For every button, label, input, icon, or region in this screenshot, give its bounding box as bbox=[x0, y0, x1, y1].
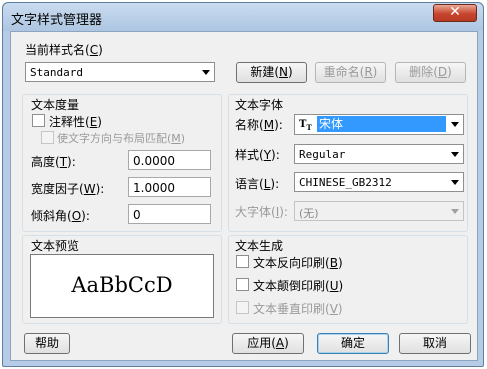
height-label: 高度(T): bbox=[31, 155, 76, 169]
language-label: 语言(L): bbox=[235, 177, 280, 191]
oblique-angle-input[interactable]: 0 bbox=[128, 204, 211, 224]
close-button[interactable]: ✕ bbox=[433, 4, 477, 22]
text-style-manager-dialog: 文字样式管理器 ✕ 当前样式名(C) Standard 新建(N) 重命名(R)… bbox=[2, 2, 484, 367]
oblique-angle-label: 倾斜角(O): bbox=[31, 209, 90, 223]
big-font-value: (无) bbox=[299, 207, 319, 220]
chevron-down-icon bbox=[202, 70, 210, 75]
current-style-select[interactable]: Standard bbox=[25, 62, 215, 82]
close-icon: ✕ bbox=[449, 4, 461, 20]
width-factor-label: 宽度因子(W): bbox=[31, 182, 105, 196]
text-preview-box: AaBbCcD bbox=[30, 254, 214, 318]
language-value: CHINESE_GB2312 bbox=[299, 176, 392, 189]
font-style-label: 样式(Y): bbox=[235, 148, 280, 162]
upside-down-label: 文本颠倒印刷(U) bbox=[253, 279, 344, 293]
font-style-value: Regular bbox=[299, 148, 346, 161]
match-orientation-checkbox[interactable] bbox=[41, 131, 54, 144]
chevron-down-icon bbox=[451, 209, 459, 214]
width-factor-input[interactable]: 1.0000 bbox=[128, 177, 211, 197]
annotative-checkbox[interactable] bbox=[32, 114, 45, 127]
font-name-value: 宋体 bbox=[317, 116, 446, 132]
annotative-label: 注释性(E) bbox=[49, 115, 102, 129]
height-input[interactable]: 0.0000 bbox=[128, 150, 211, 170]
title-bar[interactable]: 文字样式管理器 ✕ bbox=[3, 3, 483, 31]
chevron-down-icon bbox=[451, 180, 459, 185]
big-font-label: 大字体(I): bbox=[235, 205, 288, 219]
truetype-icon: TT bbox=[299, 119, 312, 132]
match-orientation-label: 使文字方向与布局匹配(M) bbox=[57, 132, 186, 145]
ok-button[interactable]: 确定 bbox=[317, 333, 389, 354]
font-style-select[interactable]: Regular bbox=[294, 144, 464, 164]
upside-down-checkbox[interactable] bbox=[236, 278, 249, 291]
rename-style-button[interactable]: 重命名(R) bbox=[315, 62, 386, 83]
font-name-label: 名称(M): bbox=[235, 118, 283, 132]
dialog-title: 文字样式管理器 bbox=[11, 13, 103, 28]
text-generation-header: 文本生成 bbox=[235, 239, 284, 253]
delete-style-button[interactable]: 删除(D) bbox=[395, 62, 466, 83]
text-font-header: 文本字体 bbox=[235, 98, 284, 112]
current-style-value: Standard bbox=[30, 66, 83, 79]
help-button[interactable]: 帮助 bbox=[24, 333, 70, 354]
big-font-select[interactable]: (无) bbox=[294, 201, 464, 221]
font-name-select[interactable]: TT 宋体 bbox=[294, 114, 464, 135]
text-metrics-header: 文本度量 bbox=[31, 98, 80, 112]
text-preview-header: 文本预览 bbox=[31, 239, 80, 253]
dialog-body: 当前样式名(C) Standard 新建(N) 重命名(R) 删除(D) 文本度… bbox=[10, 31, 478, 361]
new-style-button[interactable]: 新建(N) bbox=[236, 62, 307, 83]
vertical-label: 文本垂直印刷(V) bbox=[253, 302, 343, 316]
chevron-down-icon bbox=[451, 122, 459, 127]
chevron-down-icon bbox=[451, 152, 459, 157]
apply-button[interactable]: 应用(A) bbox=[232, 333, 304, 354]
backwards-checkbox[interactable] bbox=[236, 255, 249, 268]
backwards-label: 文本反向印刷(B) bbox=[253, 256, 343, 270]
vertical-checkbox[interactable] bbox=[236, 301, 249, 314]
current-style-label: 当前样式名(C) bbox=[25, 43, 103, 57]
preview-sample-text: AaBbCcD bbox=[71, 273, 173, 297]
cancel-button[interactable]: 取消 bbox=[399, 333, 471, 354]
language-select[interactable]: CHINESE_GB2312 bbox=[294, 172, 464, 192]
